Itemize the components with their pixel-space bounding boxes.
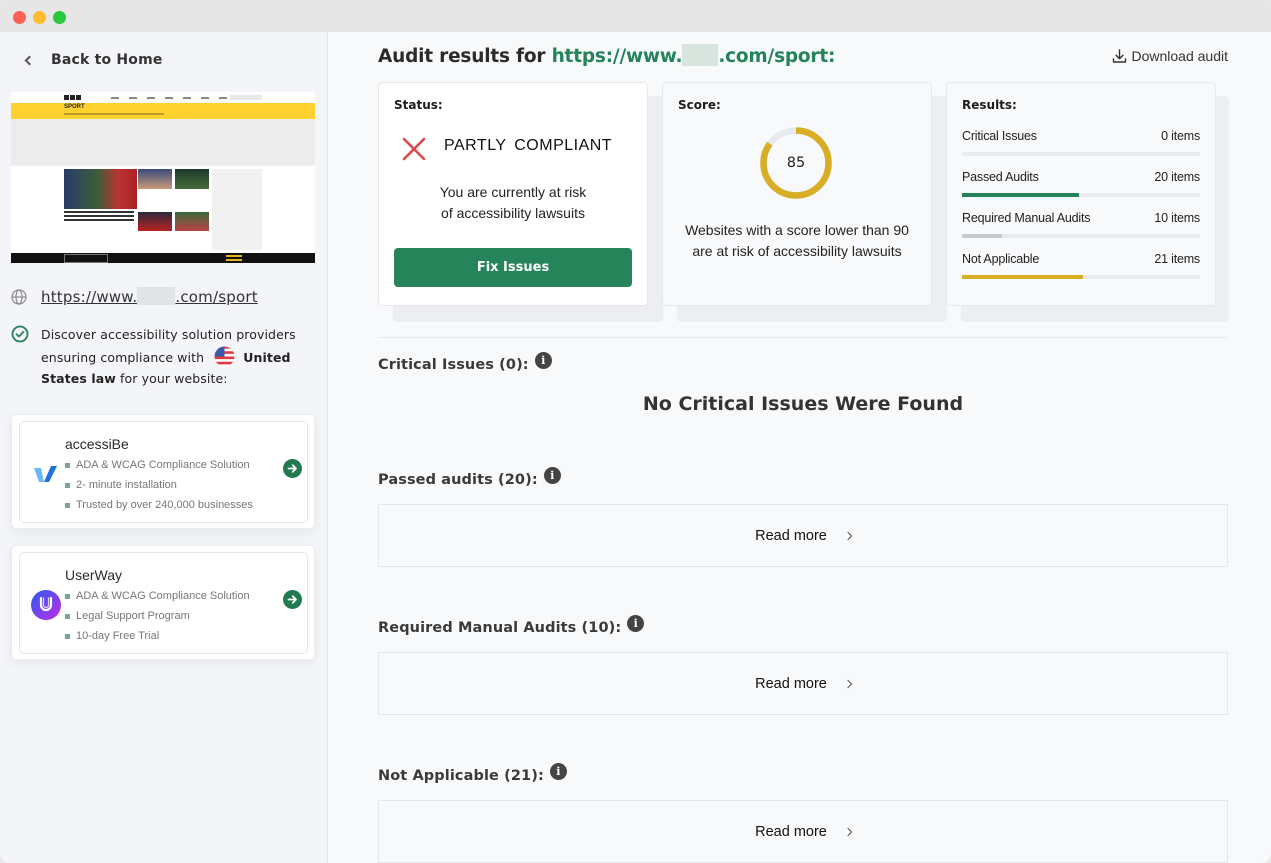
arrow-right-icon[interactable] [283,590,302,609]
result-row-manual: Required Manual Audits 10 items [962,211,1200,251]
back-to-home-label: Back to Home [51,52,163,68]
download-audit-button[interactable]: Download audit [1112,48,1228,64]
score-header: Score: [678,98,721,112]
discover-providers-note: Discover accessibility solution provider… [11,324,316,390]
feature-item: ADA & WCAG Compliance Solution [65,586,250,606]
provider-card-accessibe[interactable]: accessiBe ADA & WCAG Compliance Solution… [11,414,315,529]
fail-x-icon [402,137,426,161]
redacted-domain [682,44,719,66]
feature-item: 2- minute installation [65,475,253,495]
title-bar [0,0,1271,32]
back-to-home-link[interactable]: Back to Home [22,52,163,68]
provider-card-userway[interactable]: UserWay ADA & WCAG Compliance Solution L… [11,545,315,660]
result-bar-fill [962,275,1084,279]
results-header: Results: [962,98,1017,112]
manual-audits-read-more[interactable]: Read more [378,652,1228,715]
passed-audits-read-more[interactable]: Read more [378,504,1228,567]
result-bar-fill [962,234,1003,238]
results-card: Results: Critical Issues 0 items Passed … [946,82,1216,306]
score-description: Websites with a score lower than 90 are … [685,222,909,259]
audited-url[interactable]: https://www. .com/sport: [552,44,835,67]
audit-title: Audit results for https://www. .com/sport… [378,44,836,67]
provider-name: accessiBe [65,436,129,452]
app-window: Back to Home SPORT https://www. .com/spo… [0,0,1271,863]
arrow-right-icon[interactable] [283,459,302,478]
info-icon[interactable]: i [627,614,645,632]
fix-issues-button[interactable]: Fix Issues [394,248,632,287]
globe-icon [11,288,27,305]
us-flag-icon [214,346,235,366]
score-card: Score: 85 Websites with a score lower th… [662,82,932,306]
manual-audits-title: Required Manual Audits (10): i [378,614,645,636]
site-url: https://www. .com/sport [11,287,258,306]
accessibe-logo-icon [34,466,57,482]
chevron-left-icon [24,55,35,65]
bbc-logo [64,95,81,100]
provider-name: UserWay [65,567,123,583]
not-applicable-read-more[interactable]: Read more [378,800,1228,863]
status-description: You are currently at risk of accessibili… [439,184,587,221]
info-icon[interactable]: i [543,466,561,484]
userway-logo-icon [31,590,61,620]
feature-item: 10-day Free Trial [65,626,250,646]
section-divider [378,337,1228,338]
result-row-critical: Critical Issues 0 items [962,129,1200,169]
website-preview-thumbnail: SPORT [11,92,315,263]
feature-item: Trusted by over 240,000 businesses [65,495,253,515]
main-content: Audit results for https://www. .com/sport… [329,32,1271,863]
not-applicable-title: Not Applicable (21): i [378,762,567,784]
check-circle-icon [11,325,29,343]
provider-features: ADA & WCAG Compliance Solution Legal Sup… [65,586,250,646]
minimize-window-button[interactable] [33,11,46,24]
critical-issues-title: Critical Issues (0): i [378,351,552,373]
redacted-domain [137,287,176,305]
result-row-na: Not Applicable 21 items [962,252,1200,292]
compliance-status: PARTLY COMPLIANT [444,137,613,154]
feature-item: ADA & WCAG Compliance Solution [65,455,253,475]
download-icon [1113,48,1127,63]
chevron-right-icon [843,827,853,836]
no-critical-message: No Critical Issues Were Found [642,393,964,415]
provider-features: ADA & WCAG Compliance Solution 2- minute… [65,455,253,515]
info-icon[interactable]: i [534,351,552,369]
site-url-link[interactable]: https://www. .com/sport [41,287,258,306]
status-header: Status: [394,98,443,112]
sidebar: Back to Home SPORT https://www. .com/spo… [0,32,328,863]
chevron-right-icon [843,531,853,540]
chevron-right-icon [843,679,853,688]
preview-section-title: SPORT [64,104,85,110]
maximize-window-button[interactable] [53,11,66,24]
feature-item: Legal Support Program [65,606,250,626]
result-bar-fill [962,193,1079,197]
info-icon[interactable]: i [549,762,567,780]
passed-audits-title: Passed audits (20): i [378,466,561,488]
score-value: 85 [786,155,806,171]
close-window-button[interactable] [13,11,26,24]
result-row-passed: Passed Audits 20 items [962,170,1200,210]
status-card: Status: PARTLY COMPLIANT You are current… [378,82,648,306]
